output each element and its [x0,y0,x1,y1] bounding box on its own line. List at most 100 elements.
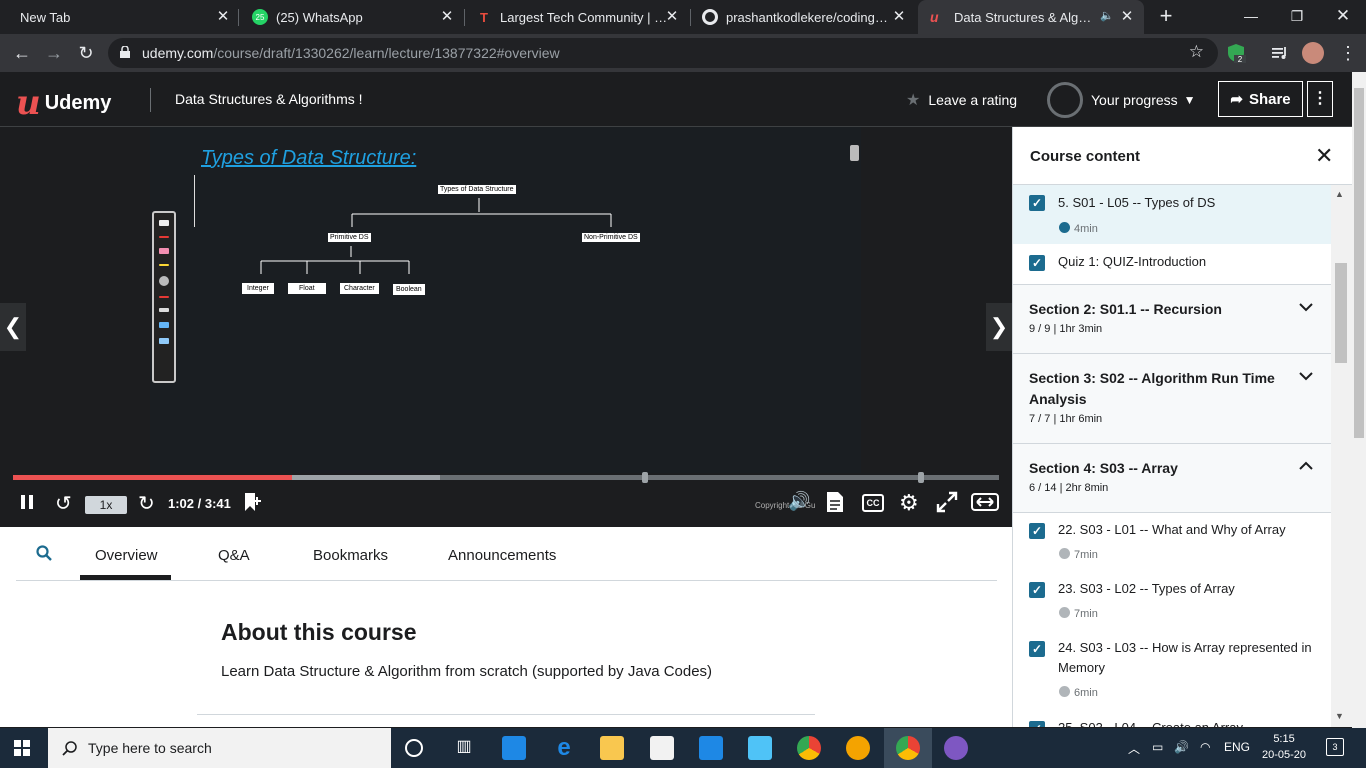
tab-bookmarks[interactable]: Bookmarks [313,547,388,564]
expand-view-icon[interactable] [971,493,999,516]
bookmark-marker[interactable] [918,472,924,483]
scroll-down-icon[interactable]: ▼ [1335,711,1344,721]
lecture-item[interactable]: ✓ 25. S03 - L04 -- Create an Array [1013,710,1331,727]
settings-gear-icon[interactable]: ⚙ [899,490,919,516]
browser-tab-udemy[interactable]: u Data Structures & Algorith 🔈 ✕ [918,0,1144,34]
tab-overview[interactable]: Overview [95,547,158,564]
volume-icon[interactable]: 🔊 [788,491,810,512]
task-view-icon[interactable]: ▥ [452,736,476,760]
minimize-button[interactable]: — [1228,0,1274,34]
udemy-logo[interactable]: u Udemy [16,83,111,123]
video-player[interactable]: Types of Data Structure: Types of Data S… [0,127,1012,527]
avatar[interactable] [1302,42,1324,64]
time-display: 1:02 / 3:41 [168,496,231,511]
tab-qa[interactable]: Q&A [218,547,250,564]
checkbox-checked[interactable]: ✓ [1029,195,1045,211]
lecture-item[interactable]: ✓ Quiz 1: QUIZ-Introduction [1013,244,1331,284]
browser-tab-techgig[interactable]: T Largest Tech Community | Hack ✕ [464,0,689,34]
torrent-app-icon[interactable] [944,736,968,760]
bookmark-star-icon[interactable]: ☆ [1189,42,1204,62]
checkbox-checked[interactable]: ✓ [1029,255,1045,271]
checkbox-checked[interactable]: ✓ [1029,523,1045,539]
taskbar-search-input[interactable]: Type here to search [48,728,391,768]
scrollbar-thumb[interactable] [1335,263,1347,363]
section-header-3[interactable]: Section 3: S02 -- Algorithm Run Time Ana… [1013,353,1331,444]
restore-button[interactable]: ❐ [1274,0,1320,34]
contacts-app-icon[interactable] [748,736,772,760]
share-button[interactable]: ➦ Share [1218,81,1303,117]
section-header-2[interactable]: Section 2: S01.1 -- Recursion 9 / 9 | 1h… [1013,284,1331,354]
browser-tab-github[interactable]: prashantkodlekere/codingactiv ✕ [690,0,916,34]
store-icon[interactable] [650,736,674,760]
checkbox-checked[interactable]: ✓ [1029,641,1045,657]
new-tab-button[interactable]: + [1154,4,1178,28]
scrollbar-thumb[interactable] [1354,88,1364,438]
course-title[interactable]: Data Structures & Algorithms ! [175,91,363,107]
page-scrollbar[interactable] [1352,72,1366,728]
chrome-icon[interactable] [797,736,821,760]
language-indicator[interactable]: ENG [1224,740,1250,754]
rewind-5s-icon[interactable]: ↺ [55,491,72,516]
leave-rating-button[interactable]: ★ Leave a rating [906,90,1017,110]
close-icon[interactable]: ✕ [214,8,232,26]
add-bookmark-icon[interactable] [242,491,264,518]
lecture-item[interactable]: ✓ 24. S03 - L03 -- How is Array represen… [1013,630,1331,710]
chrome-active-icon[interactable] [896,736,920,760]
more-options-button[interactable]: ⋮ [1307,81,1333,117]
desktop-app-icon[interactable] [502,736,526,760]
browser-tab-new-tab[interactable]: New Tab ✕ [8,0,240,34]
forward-5s-icon[interactable]: ↻ [138,491,155,516]
tab-announcements[interactable]: Announcements [448,547,556,564]
wifi-icon[interactable]: ◠ [1200,740,1210,754]
playback-speed-button[interactable]: 1x [85,496,127,514]
bookmark-marker[interactable] [642,472,648,483]
shield-extension-icon[interactable]: 2 [1226,43,1246,63]
content-tabs: Overview Q&A Bookmarks Announcements [16,527,997,581]
close-icon[interactable]: ✕ [890,8,908,26]
close-icon[interactable]: ✕ [1118,8,1136,26]
close-window-button[interactable]: ✕ [1320,0,1366,34]
edge-icon[interactable]: e [552,736,576,760]
lecture-item-current[interactable]: ✓ 5. S01 - L05 -- Types of DS 4min [1013,185,1331,244]
close-icon[interactable]: ✕ [1315,143,1333,169]
section-meta: 6 / 14 | 2hr 8min [1029,482,1109,494]
sidebar-scrollbar[interactable]: ▲ ▼ [1331,185,1352,727]
url-input[interactable]: udemy.com/course/draft/1330262/learn/lec… [108,38,1218,68]
chevron-up-icon[interactable]: ︿ [1128,740,1140,757]
next-lecture-button[interactable]: ❯ [986,303,1012,351]
lock-icon [120,46,130,58]
browser-menu-icon[interactable]: ⋮ [1336,41,1360,65]
mail-icon[interactable] [699,736,723,760]
browser-tab-whatsapp[interactable]: 25 (25) WhatsApp ✕ [240,0,464,34]
reload-icon[interactable]: ↻ [74,41,98,65]
forward-arrow-icon[interactable]: → [42,41,66,65]
section-header-4[interactable]: Section 4: S03 -- Array 6 / 14 | 2hr 8mi… [1013,443,1331,513]
fullscreen-icon[interactable] [936,491,958,518]
checkbox-checked[interactable]: ✓ [1029,582,1045,598]
brave-icon[interactable] [846,736,870,760]
close-icon[interactable]: ✕ [438,8,456,26]
progress-dropdown[interactable]: Your progress ▼ [1047,82,1196,118]
lecture-item[interactable]: ✓ 23. S03 - L02 -- Types of Array 7min [1013,571,1331,630]
windows-start-icon[interactable] [14,740,30,756]
media-control-icon[interactable] [1270,43,1290,63]
scroll-up-icon[interactable]: ▲ [1335,189,1344,199]
speaker-icon[interactable]: 🔊 [1174,740,1189,754]
lecture-item[interactable]: ✓ 22. S03 - L01 -- What and Why of Array… [1013,512,1331,571]
notifications-icon[interactable]: 3 [1326,738,1344,756]
file-explorer-icon[interactable] [600,736,624,760]
checkbox-checked[interactable]: ✓ [1029,721,1045,727]
pause-icon[interactable] [20,494,34,515]
cortana-icon[interactable] [405,739,423,757]
search-icon[interactable] [36,545,52,561]
close-icon[interactable]: ✕ [663,8,681,26]
previous-lecture-button[interactable]: ❮ [0,303,26,351]
battery-icon[interactable]: ▭ [1152,740,1163,754]
captions-button[interactable]: CC [862,494,884,512]
progress-scrubber[interactable] [13,472,999,483]
transcript-icon[interactable] [826,491,844,518]
clock[interactable]: 5:15 20-05-20 [1262,731,1306,763]
audio-playing-icon[interactable]: 🔈 [1100,9,1114,22]
pointer-icon [159,276,169,286]
back-arrow-icon[interactable]: ← [10,41,34,65]
